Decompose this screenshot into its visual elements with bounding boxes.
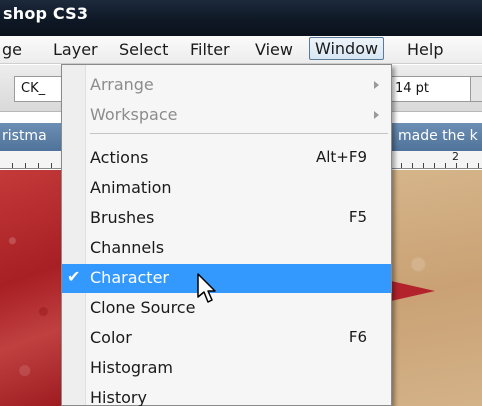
menu-bar: ge Layer Select Filter View Window Help <box>0 36 482 64</box>
menu-item-label: History <box>90 388 147 406</box>
menu-item-label: Character <box>90 268 169 287</box>
menu-help[interactable]: Help <box>402 39 448 60</box>
ruler-left <box>0 151 62 169</box>
menu-item-history[interactable]: History <box>62 384 391 406</box>
menu-item-label: Brushes <box>90 208 155 227</box>
menu-item-label: Color <box>90 328 132 347</box>
menu-item-label: Arrange <box>90 75 154 94</box>
document-tab-left[interactable]: ristma <box>2 128 47 144</box>
font-size-field[interactable]: 14 pt <box>388 76 470 102</box>
menu-item-label: Workspace <box>90 105 178 124</box>
menu-item-label: Channels <box>90 238 165 257</box>
canvas-red-shape <box>391 281 435 301</box>
document-canvas-left[interactable] <box>0 170 62 406</box>
menu-select[interactable]: Select <box>114 39 173 60</box>
menu-item-color[interactable]: Color F6 <box>62 324 391 353</box>
menu-item-shortcut: Alt+F9 <box>315 148 367 166</box>
font-family-field[interactable]: CK_ <box>14 76 66 102</box>
document-tab-right[interactable]: made the k <box>398 128 478 144</box>
menu-item-clone-source[interactable]: Clone Source <box>62 294 391 323</box>
menu-item-character[interactable]: ✔ Character <box>62 264 391 293</box>
menu-item-actions[interactable]: Actions Alt+F9 <box>62 144 391 173</box>
submenu-arrow-icon <box>374 81 379 89</box>
menu-separator <box>90 133 388 134</box>
ruler-label: 2 <box>452 150 459 163</box>
menu-item-label: Actions <box>90 148 149 167</box>
window-menu-dropdown: Arrange Workspace Actions Alt+F9 Animati… <box>61 64 392 406</box>
title-bar: shop CS3 <box>0 0 482 36</box>
menu-item-shortcut: F5 <box>348 208 367 226</box>
menu-item-animation[interactable]: Animation <box>62 174 391 203</box>
menu-item-label: Animation <box>90 178 172 197</box>
arrow-cursor-icon <box>197 273 216 303</box>
options-button[interactable] <box>470 76 482 102</box>
menu-filter[interactable]: Filter <box>185 39 235 60</box>
menu-item-channels[interactable]: Channels <box>62 234 391 263</box>
ruler-right: 2 <box>391 150 482 169</box>
menu-item-label: Histogram <box>90 358 173 377</box>
menu-view[interactable]: View <box>250 39 298 60</box>
window-title: shop CS3 <box>3 4 89 23</box>
menu-item-brushes[interactable]: Brushes F5 <box>62 204 391 233</box>
menu-item-label: Clone Source <box>90 298 196 317</box>
checkmark-icon: ✔ <box>67 267 81 286</box>
menu-image[interactable]: ge <box>0 39 27 60</box>
menu-item-arrange[interactable]: Arrange <box>62 71 391 100</box>
menu-window[interactable]: Window <box>309 37 385 60</box>
menu-layer[interactable]: Layer <box>48 39 103 60</box>
menu-item-shortcut: F6 <box>348 328 367 346</box>
menu-item-histogram[interactable]: Histogram <box>62 354 391 383</box>
submenu-arrow-icon <box>374 111 379 119</box>
menu-item-workspace[interactable]: Workspace <box>62 101 391 130</box>
